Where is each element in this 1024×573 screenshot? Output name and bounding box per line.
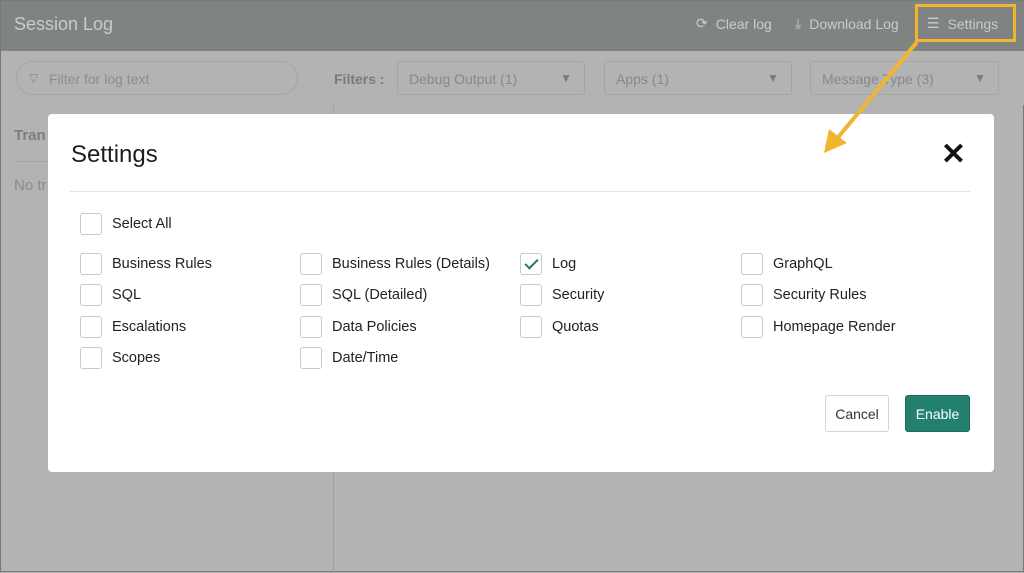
option-checkbox[interactable]: GraphQL bbox=[741, 253, 833, 275]
option-checkbox[interactable]: Security Rules bbox=[741, 284, 866, 306]
download-log-button[interactable]: ⤓ Download Log bbox=[795, 15, 899, 32]
option-checkbox[interactable]: Business Rules bbox=[80, 253, 212, 275]
filter-icon: ▽ bbox=[29, 71, 39, 85]
apps-select[interactable]: Apps (1) ▼ bbox=[604, 61, 792, 95]
search-input[interactable]: ▽ Filter for log text bbox=[16, 61, 298, 95]
option-checkbox[interactable]: Log bbox=[520, 253, 576, 275]
option-checkbox[interactable]: Security bbox=[520, 284, 604, 306]
option-checkbox[interactable]: Date/Time bbox=[300, 347, 398, 369]
option-checkbox[interactable]: Business Rules (Details) bbox=[300, 253, 490, 275]
checkbox-box bbox=[520, 316, 542, 338]
option-checkbox[interactable]: Quotas bbox=[520, 316, 599, 338]
message-type-select[interactable]: Message Type (3) ▼ bbox=[810, 61, 999, 95]
cancel-button[interactable]: Cancel bbox=[825, 395, 889, 432]
dropdown-arrow-icon: ▼ bbox=[560, 71, 572, 85]
option-checkbox[interactable]: Escalations bbox=[80, 316, 186, 338]
checkbox-box bbox=[80, 347, 102, 369]
divider bbox=[70, 191, 970, 192]
checkbox-box bbox=[520, 253, 542, 275]
option-checkbox[interactable]: Scopes bbox=[80, 347, 160, 369]
panel-heading: Tran bbox=[14, 127, 46, 144]
checkbox-box bbox=[80, 316, 102, 338]
checkbox-box bbox=[300, 347, 322, 369]
select-all-checkbox[interactable]: Select All bbox=[80, 213, 172, 235]
checkbox-box bbox=[741, 284, 763, 306]
modal-title: Settings bbox=[71, 141, 158, 168]
filters-label: Filters : bbox=[334, 71, 385, 87]
refresh-icon: ⟳ bbox=[696, 15, 708, 31]
option-checkbox[interactable]: SQL (Detailed) bbox=[300, 284, 427, 306]
clear-log-button[interactable]: ⟳ Clear log bbox=[696, 15, 772, 32]
page-title: Session Log bbox=[14, 14, 114, 34]
empty-text: No tr bbox=[14, 177, 47, 194]
checkbox-box bbox=[520, 284, 542, 306]
annotation-highlight bbox=[915, 4, 1016, 42]
close-icon[interactable]: ✕ bbox=[941, 140, 966, 170]
checkbox-box bbox=[300, 253, 322, 275]
app-header: Session Log ⟳ Clear log ⤓ Download Log ☰ Se… bbox=[1, 1, 1024, 51]
checkbox-box bbox=[300, 284, 322, 306]
checkbox-box bbox=[300, 316, 322, 338]
download-icon: ⤓ bbox=[795, 15, 802, 31]
checkbox-box bbox=[80, 284, 102, 306]
option-checkbox[interactable]: SQL bbox=[80, 284, 141, 306]
checkbox-box bbox=[80, 253, 102, 275]
checkbox-box bbox=[80, 213, 102, 235]
dropdown-arrow-icon: ▼ bbox=[974, 71, 986, 85]
option-checkbox[interactable]: Data Policies bbox=[300, 316, 417, 338]
filter-bar: ▽ Filter for log text Filters : Debug Out… bbox=[1, 51, 1024, 105]
debug-output-select[interactable]: Debug Output (1) ▼ bbox=[397, 61, 585, 95]
checkbox-box bbox=[741, 253, 763, 275]
option-checkbox[interactable]: Homepage Render bbox=[741, 316, 896, 338]
enable-button[interactable]: Enable bbox=[905, 395, 970, 432]
checkbox-box bbox=[741, 316, 763, 338]
dropdown-arrow-icon: ▼ bbox=[767, 71, 779, 85]
settings-modal: Settings ✕ Select All Business Rules Busi… bbox=[48, 114, 994, 472]
